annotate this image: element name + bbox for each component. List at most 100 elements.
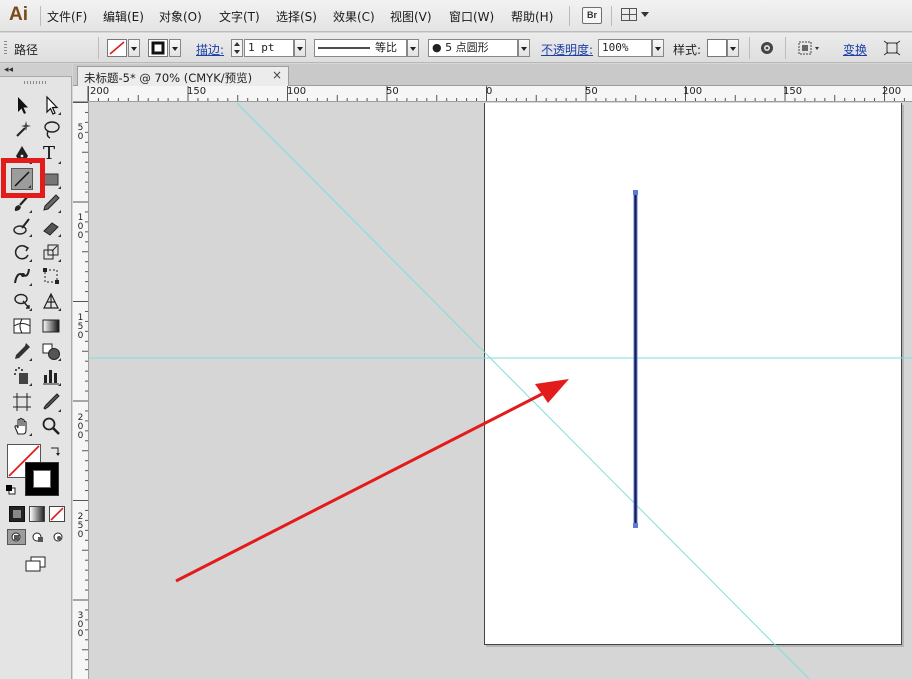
opacity-dropdown[interactable] <box>652 39 664 57</box>
vertical-ruler[interactable]: 50 100 150 200 250 300 <box>73 102 89 679</box>
slice-tool[interactable] <box>40 391 62 413</box>
isolate-selection-button[interactable] <box>882 39 902 57</box>
menu-help[interactable]: 帮助(H) <box>511 8 553 25</box>
arrange-documents-button[interactable] <box>621 7 651 24</box>
recolor-artwork-button[interactable] <box>757 39 777 57</box>
anchor-point-top[interactable] <box>633 190 638 195</box>
magic-wand-tool[interactable] <box>11 118 33 140</box>
stroke-dropdown[interactable] <box>169 39 181 57</box>
menu-effect[interactable]: 效果(C) <box>333 8 375 25</box>
hollow-arrow-icon <box>46 95 59 115</box>
screen-mode-button[interactable] <box>24 555 48 573</box>
bridge-button[interactable]: Br <box>582 7 602 24</box>
canvas-area[interactable] <box>89 103 912 679</box>
gradient-tool[interactable] <box>40 315 62 337</box>
symbol-sprayer-icon <box>14 367 28 384</box>
menu-bar: Ai 文件(F) 编辑(E) 对象(O) 文字(T) 选择(S) 效果(C) 视… <box>0 0 912 32</box>
rectangle-tool[interactable] <box>40 168 62 190</box>
stroke-weight-stepper[interactable] <box>231 39 243 57</box>
annotation-arrow-shaft <box>175 391 545 583</box>
opacity-field[interactable]: 100% <box>598 39 652 57</box>
menu-edit[interactable]: 编辑(E) <box>103 8 144 25</box>
canvas-overlay <box>89 103 912 679</box>
menu-object[interactable]: 对象(O) <box>159 8 202 25</box>
style-dropdown[interactable] <box>727 39 739 57</box>
gradient-mode-button[interactable] <box>29 506 45 522</box>
menu-type[interactable]: 文字(T) <box>219 8 260 25</box>
artboard-icon <box>13 393 31 411</box>
profile-line-icon <box>318 47 370 49</box>
annotation-arrowhead <box>535 379 569 403</box>
align-options-button[interactable] <box>796 39 824 57</box>
blob-brush-tool[interactable] <box>11 216 33 238</box>
brush-dropdown[interactable] <box>518 39 530 57</box>
default-fill-stroke-icon[interactable] <box>5 484 17 496</box>
stroke-profile-dropdown[interactable] <box>407 39 419 57</box>
stroke-color-swatch[interactable] <box>25 462 59 496</box>
rectangle-icon <box>43 173 59 186</box>
color-mode-button[interactable] <box>9 506 25 522</box>
shape-builder-tool[interactable] <box>11 290 33 312</box>
eraser-tool[interactable] <box>40 216 62 238</box>
mesh-tool[interactable] <box>11 315 33 337</box>
opacity-label[interactable]: 不透明度: <box>541 41 593 58</box>
app-logo: Ai <box>9 4 28 25</box>
perspective-grid-tool[interactable] <box>40 290 62 312</box>
menu-view[interactable]: 视图(V) <box>390 8 432 25</box>
swap-fill-stroke-icon[interactable] <box>49 445 61 457</box>
column-graph-tool[interactable] <box>40 365 62 387</box>
free-transform-tool[interactable] <box>40 265 62 287</box>
hand-icon <box>14 417 27 435</box>
stroke-swatch[interactable] <box>148 39 168 57</box>
menu-select[interactable]: 选择(S) <box>276 8 317 25</box>
selection-tool[interactable] <box>11 94 33 116</box>
draw-normal-button[interactable] <box>7 529 26 545</box>
direct-selection-tool[interactable] <box>40 94 62 116</box>
zoom-tool[interactable] <box>40 415 62 437</box>
none-mode-button[interactable] <box>49 506 65 522</box>
pen-tool[interactable] <box>11 143 33 165</box>
menu-file[interactable]: 文件(F) <box>47 8 87 25</box>
diagonal-guide <box>236 103 810 679</box>
stroke-weight-dropdown[interactable] <box>294 39 306 57</box>
draw-inside-button[interactable] <box>49 529 68 545</box>
close-icon[interactable]: × <box>272 68 282 82</box>
rotate-tool[interactable] <box>11 241 33 263</box>
mesh-icon <box>13 318 31 334</box>
menu-window[interactable]: 窗口(W) <box>449 8 494 25</box>
lasso-tool[interactable] <box>40 118 62 140</box>
style-label: 样式: <box>673 43 702 57</box>
anchor-point-bottom[interactable] <box>633 523 638 528</box>
toolbox-header: ◂◂ <box>0 64 72 77</box>
hand-tool[interactable] <box>11 415 33 437</box>
fill-dropdown[interactable] <box>128 39 140 57</box>
style-swatch[interactable] <box>707 39 727 57</box>
isolate-icon <box>883 40 901 56</box>
blob-brush-icon <box>13 218 30 235</box>
align-icon <box>798 41 819 55</box>
control-bar-grip[interactable] <box>4 41 7 55</box>
scale-tool[interactable] <box>40 241 62 263</box>
stroke-profile-field[interactable]: 等比 <box>314 39 407 57</box>
paintbrush-tool[interactable] <box>11 192 33 214</box>
artboard-tool[interactable] <box>11 391 33 413</box>
toolbox-grip[interactable] <box>24 81 46 84</box>
pencil-tool[interactable] <box>40 192 62 214</box>
type-tool[interactable]: T <box>40 143 62 165</box>
eyedropper-tool[interactable] <box>11 340 33 362</box>
brush-field[interactable]: ● 5 点圆形 <box>428 39 518 57</box>
ruler-origin[interactable] <box>73 86 88 102</box>
transform-link[interactable]: 变换 <box>843 41 867 58</box>
blend-tool[interactable] <box>40 340 62 362</box>
symbol-sprayer-tool[interactable] <box>11 365 33 387</box>
stroke-label[interactable]: 描边: <box>196 41 224 58</box>
ruler-label: 0 <box>486 86 493 97</box>
horizontal-ruler[interactable]: 200 150 100 50 0 50 100 150 200 <box>88 86 912 102</box>
line-segment-tool[interactable] <box>11 168 33 190</box>
draw-behind-button[interactable] <box>28 529 47 545</box>
stroke-weight-field[interactable]: 1 pt <box>244 39 294 57</box>
collapse-icon[interactable]: ◂◂ <box>4 65 13 75</box>
document-tab[interactable]: 未标题-5* @ 70% (CMYK/预览) × <box>77 66 289 86</box>
warp-tool[interactable] <box>11 265 33 287</box>
fill-swatch[interactable] <box>107 39 127 57</box>
